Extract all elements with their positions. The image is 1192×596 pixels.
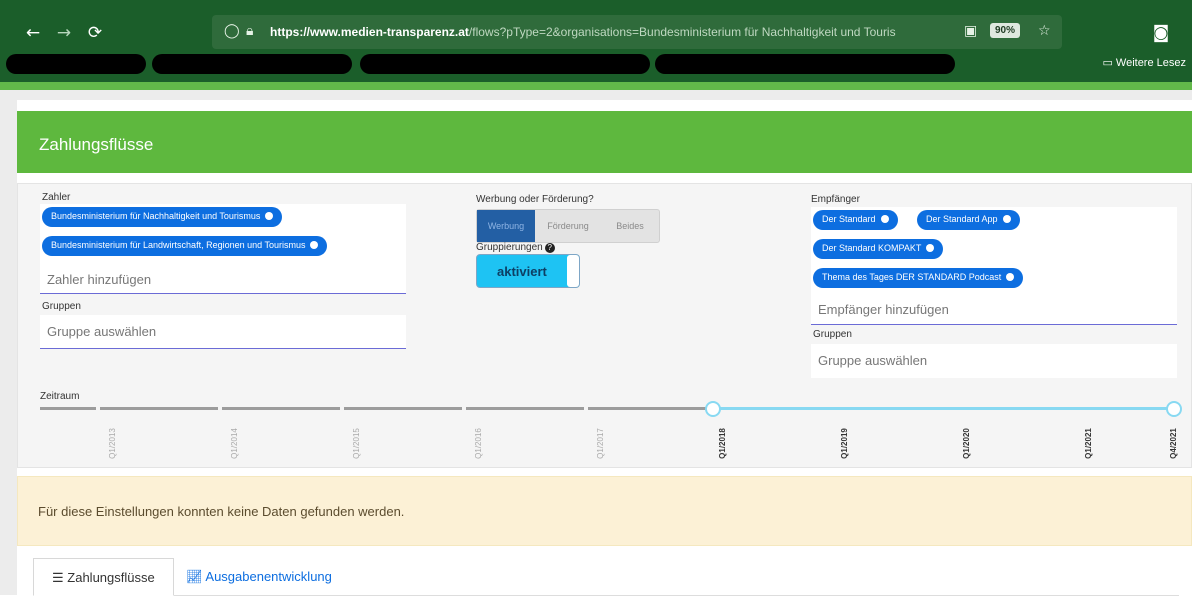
switch-label: aktiviert (497, 264, 547, 279)
tick-labels: Q1/2013 Q1/2014 Q1/2015 Q1/2016 Q1/2017 … (40, 415, 1180, 467)
timeline-segment (466, 407, 584, 410)
empfaenger-chip[interactable]: Der Standard KOMPAKT (813, 239, 944, 259)
empfaenger-chip[interactable]: Der Standard App (917, 210, 1020, 230)
url-host: https://www.medien-transparenz.at (270, 25, 469, 39)
foerderung-option[interactable]: Förderung (537, 210, 599, 242)
shield-icon[interactable]: ◯ (224, 23, 240, 39)
redaction-scribble (6, 54, 146, 74)
chip-label: Thema des Tages DER STANDARD Podcast (822, 272, 1002, 282)
remove-chip-icon[interactable] (310, 241, 319, 249)
zahler-chip[interactable]: Bundesministerium für Nachhaltigkeit und… (42, 207, 283, 227)
tick-label: Q1/2018 (717, 428, 727, 459)
tick-label: Q1/2015 (351, 428, 361, 459)
tick-label: Q4/2021 (1168, 428, 1178, 459)
list-icon: ☰ (52, 570, 68, 585)
remove-chip-icon[interactable] (1006, 273, 1015, 281)
timeline-segment (100, 407, 218, 410)
chart-icon: 📈︎ (186, 569, 206, 584)
filter-panel: Zahler Bundesministerium für Nachhaltigk… (17, 183, 1192, 468)
pocket-icon[interactable]: ◙ (1150, 22, 1172, 44)
gruppierungen-text: Gruppierungen (476, 242, 543, 253)
chip-label: Bundesministerium für Nachhaltigkeit und… (51, 211, 261, 221)
zahler-input[interactable]: Zahler hinzufügen (40, 266, 406, 294)
gruppen-left-label: Gruppen (42, 301, 81, 312)
help-icon[interactable]: ? (544, 243, 555, 253)
browser-toolbar: ← → ⟳ ◯ 🔒︎ https://www.medien-transparen… (0, 0, 1192, 82)
remove-chip-icon[interactable] (1002, 215, 1011, 223)
page-content: Zahlungsflüsse Zahler Bundesministerium … (17, 100, 1192, 596)
zeitraum-slider: Q1/2013 Q1/2014 Q1/2015 Q1/2016 Q1/2017 … (40, 401, 1182, 467)
timeline-segment (222, 407, 340, 410)
empfaenger-chip[interactable]: Thema des Tages DER STANDARD Podcast (813, 268, 1024, 288)
page-title: Zahlungsflüsse (17, 111, 1192, 173)
timeline-segment (40, 407, 96, 410)
redaction-scribble (360, 54, 650, 74)
chip-label: Der Standard App (926, 214, 998, 224)
back-icon[interactable]: ← (22, 22, 44, 44)
empfaenger-chip[interactable]: Der Standard (813, 210, 898, 230)
bookmark-label: Weitere Lesez (1115, 57, 1186, 69)
redaction-scribble (152, 54, 352, 74)
tab-label: Ausgabenentwicklung (205, 569, 332, 584)
forward-icon[interactable]: → (53, 22, 75, 44)
gruppierungen-switch[interactable]: aktiviert (476, 254, 580, 288)
tick-label: Q1/2014 (229, 428, 239, 459)
gruppierungen-label: Gruppierungen? (476, 242, 555, 253)
tick-label: Q1/2019 (839, 428, 849, 459)
switch-knob (567, 255, 579, 287)
remove-chip-icon[interactable] (880, 215, 889, 223)
redaction-scribble (655, 54, 955, 74)
star-icon[interactable]: ☆ (1038, 23, 1051, 39)
tab-zahlungsfluesse[interactable]: ☰ Zahlungsflüsse (33, 558, 174, 596)
accent-strip (0, 82, 1192, 90)
tick-label: Q1/2021 (1083, 428, 1093, 459)
werbung-toggle: Werbung Förderung Beides (476, 209, 660, 243)
address-bar[interactable]: ◯ 🔒︎ https://www.medien-transparenz.at/f… (212, 15, 1062, 49)
remove-chip-icon[interactable] (926, 244, 935, 252)
tab-ausgabenentwicklung[interactable]: 📈︎ Ausgabenentwicklung (182, 558, 382, 596)
werbung-option[interactable]: Werbung (477, 210, 535, 242)
timeline-segment (588, 407, 713, 410)
no-data-alert: Für diese Einstellungen konnten keine Da… (17, 476, 1192, 546)
tick-label: Q1/2013 (107, 428, 117, 459)
chip-label: Der Standard (822, 214, 876, 224)
zeitraum-label: Zeitraum (40, 391, 80, 402)
timeline-selected-range (713, 407, 1173, 410)
page-background: Zahlungsflüsse Zahler Bundesministerium … (0, 90, 1192, 596)
url-path: /flows?pType=2&organisations=Bundesminis… (468, 25, 896, 39)
timeline-segment (344, 407, 462, 410)
bookmark-folder[interactable]: ▭ Weitere Lesez (1102, 56, 1186, 69)
empfaenger-input[interactable]: Empfänger hinzufügen (811, 295, 1177, 325)
chip-label: Bundesministerium für Landwirtschaft, Re… (51, 240, 306, 250)
remove-chip-icon[interactable] (265, 212, 274, 220)
url-text[interactable]: https://www.medien-transparenz.at/flows?… (270, 25, 950, 39)
tab-label: Zahlungsflüsse (67, 570, 155, 585)
gruppen-right-select[interactable]: Gruppe auswählen (811, 344, 1177, 378)
empfaenger-label: Empfänger (811, 194, 860, 205)
beides-option[interactable]: Beides (601, 210, 659, 242)
zahler-label: Zahler (42, 192, 71, 203)
folder-icon: ▭ (1102, 57, 1116, 69)
zoom-badge[interactable]: 90% (990, 23, 1021, 38)
tick-label: Q1/2020 (961, 428, 971, 459)
reload-icon[interactable]: ⟳ (84, 22, 106, 44)
gruppen-left-select[interactable]: Gruppe auswählen (40, 315, 406, 349)
lock-icon[interactable]: 🔒︎ (246, 23, 253, 39)
zahler-chip[interactable]: Bundesministerium für Landwirtschaft, Re… (42, 236, 328, 256)
reader-view-icon[interactable]: ▣ (964, 23, 977, 39)
tick-label: Q1/2017 (595, 428, 605, 459)
werbung-label: Werbung oder Förderung? (476, 194, 594, 205)
gruppen-right-label: Gruppen (813, 329, 852, 340)
chip-label: Der Standard KOMPAKT (822, 243, 922, 253)
tick-label: Q1/2016 (473, 428, 483, 459)
